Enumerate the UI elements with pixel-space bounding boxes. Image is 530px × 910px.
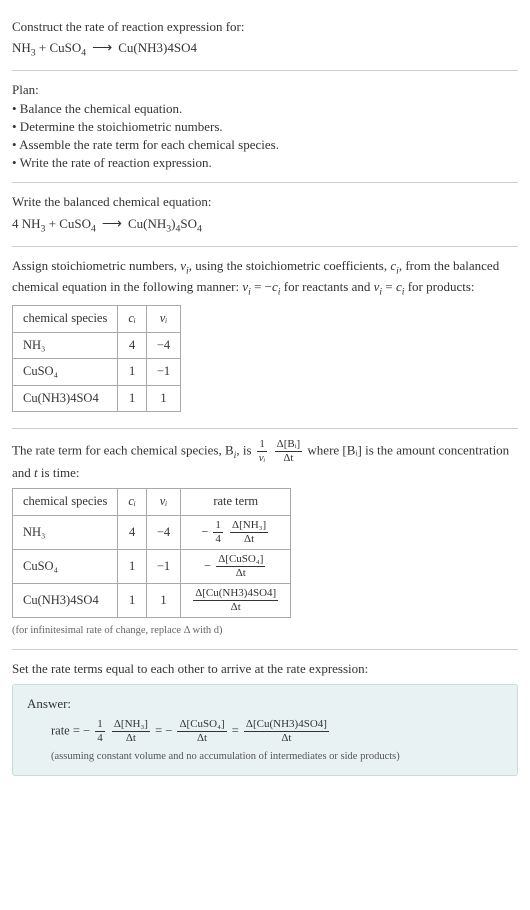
species-nh3: NH3 bbox=[22, 216, 46, 231]
rate-term-cell: − Δ[CuSO₄]Δt bbox=[181, 549, 291, 583]
stoich-table: chemical species cᵢ νᵢ NH₃ 4 −4 CuSO₄ 1 … bbox=[12, 305, 181, 412]
col-species: chemical species bbox=[13, 489, 118, 516]
rate-table: chemical species cᵢ νᵢ rate term NH₃ 4 −… bbox=[12, 488, 291, 618]
reaction-arrow: ⟶ bbox=[92, 41, 112, 56]
plan-item-4: • Write the rate of reaction expression. bbox=[12, 154, 518, 172]
table-row: CuSO₄ 1 −1 − Δ[CuSO₄]Δt bbox=[13, 549, 291, 583]
species-nh3: NH3 bbox=[12, 40, 36, 55]
table-row: Cu(NH3)4SO4 1 1 Δ[Cu(NH3)4SO4]Δt bbox=[13, 583, 291, 617]
stoich-intro: Assign stoichiometric numbers, νi, using… bbox=[12, 257, 518, 299]
answer-note: (assuming constant volume and no accumul… bbox=[51, 750, 503, 765]
rate-expression: rate = − 14 Δ[NH₃]Δt = − Δ[CuSO₄]Δt = Δ[… bbox=[51, 719, 503, 744]
plan-item-2: • Determine the stoichiometric numbers. bbox=[12, 118, 518, 136]
table-row: CuSO₄ 1 −1 bbox=[13, 359, 181, 386]
species-cuso4: CuSO4 bbox=[59, 216, 96, 231]
rate-intro: The rate term for each chemical species,… bbox=[12, 439, 518, 482]
final-section: Set the rate terms equal to each other t… bbox=[12, 650, 518, 786]
construct-prompt: Construct the rate of reaction expressio… bbox=[12, 18, 518, 36]
answer-box: Answer: rate = − 14 Δ[NH₃]Δt = − Δ[CuSO₄… bbox=[12, 684, 518, 776]
table-row: NH₃ 4 −4 bbox=[13, 332, 181, 359]
construct-section: Construct the rate of reaction expressio… bbox=[12, 8, 518, 71]
frac-1-nui: 1νᵢ bbox=[257, 439, 268, 464]
species-product: Cu(NH3)4SO4 bbox=[128, 216, 202, 231]
col-nu: νᵢ bbox=[146, 489, 180, 516]
balanced-equation: 4 NH3 + CuSO4⟶Cu(NH3)4SO4 bbox=[12, 215, 518, 236]
plan-item-1: • Balance the chemical equation. bbox=[12, 100, 518, 118]
rate-note: (for infinitesimal rate of change, repla… bbox=[12, 624, 518, 639]
answer-label: Answer: bbox=[27, 695, 503, 713]
col-c: cᵢ bbox=[118, 306, 147, 333]
unbalanced-equation: NH3 + CuSO4⟶Cu(NH3)4SO4 bbox=[12, 39, 518, 60]
table-header-row: chemical species cᵢ νᵢ bbox=[13, 306, 181, 333]
balanced-section: Write the balanced chemical equation: 4 … bbox=[12, 183, 518, 246]
col-nu: νᵢ bbox=[146, 306, 180, 333]
plan-section: Plan: • Balance the chemical equation. •… bbox=[12, 71, 518, 183]
rate-term-cell: Δ[Cu(NH3)4SO4]Δt bbox=[181, 583, 291, 617]
species-cuso4: CuSO4 bbox=[50, 40, 87, 55]
col-c: cᵢ bbox=[118, 489, 147, 516]
table-header-row: chemical species cᵢ νᵢ rate term bbox=[13, 489, 291, 516]
col-rate-term: rate term bbox=[181, 489, 291, 516]
table-row: NH₃ 4 −4 − 14 Δ[NH₃]Δt bbox=[13, 515, 291, 549]
balanced-intro: Write the balanced chemical equation: bbox=[12, 193, 518, 211]
final-intro: Set the rate terms equal to each other t… bbox=[12, 660, 518, 678]
frac-dBi-dt: Δ[Bᵢ]Δt bbox=[275, 439, 303, 464]
plan-title: Plan: bbox=[12, 81, 518, 99]
rate-term-cell: − 14 Δ[NH₃]Δt bbox=[181, 515, 291, 549]
stoich-section: Assign stoichiometric numbers, νi, using… bbox=[12, 247, 518, 429]
col-species: chemical species bbox=[13, 306, 118, 333]
rate-terms-section: The rate term for each chemical species,… bbox=[12, 429, 518, 649]
plan-item-3: • Assemble the rate term for each chemic… bbox=[12, 136, 518, 154]
table-row: Cu(NH3)4SO4 1 1 bbox=[13, 385, 181, 412]
reaction-arrow: ⟶ bbox=[102, 217, 122, 232]
species-product: Cu(NH3)4SO4 bbox=[118, 40, 197, 55]
